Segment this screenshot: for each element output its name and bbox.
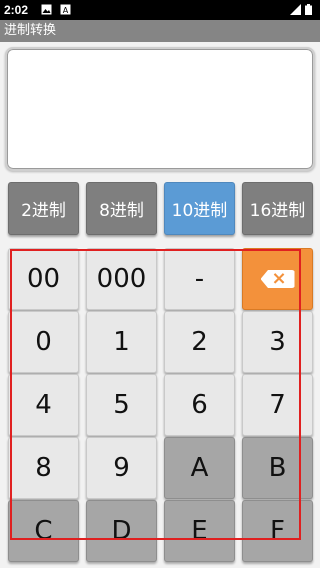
key-label: 1 xyxy=(113,327,130,357)
key--[interactable]: - xyxy=(164,248,235,310)
base-button-10进制[interactable]: 10进制 xyxy=(164,182,235,235)
key-label: 4 xyxy=(35,390,52,420)
key-label: - xyxy=(194,264,205,294)
svg-text:A: A xyxy=(63,6,69,15)
key-A[interactable]: A xyxy=(164,437,235,499)
key-00[interactable]: 00 xyxy=(8,248,79,310)
key-label: 8 xyxy=(35,453,52,483)
base-button-label: 8进制 xyxy=(99,201,144,221)
image-icon xyxy=(41,4,52,15)
base-button-label: 2进制 xyxy=(21,201,66,221)
backspace-icon: × xyxy=(260,270,295,288)
base-button-label: 16进制 xyxy=(249,201,306,221)
key-label: 9 xyxy=(113,453,130,483)
key-label: B xyxy=(268,453,287,483)
key-3[interactable]: 3 xyxy=(242,311,313,373)
key-8[interactable]: 8 xyxy=(8,437,79,499)
key-label: 000 xyxy=(96,264,147,294)
battery-icon xyxy=(305,4,312,15)
key-label: 7 xyxy=(269,390,286,420)
key-label: 5 xyxy=(113,390,130,420)
backspace-button[interactable]: × xyxy=(242,248,313,310)
key-2[interactable]: 2 xyxy=(164,311,235,373)
result-display[interactable] xyxy=(5,47,315,171)
base-button-8进制[interactable]: 8进制 xyxy=(86,182,157,235)
key-label: E xyxy=(191,516,208,546)
result-text-area[interactable] xyxy=(7,49,313,169)
key-label: 00 xyxy=(26,264,61,294)
status-time: 2:02 xyxy=(4,3,29,17)
key-F[interactable]: F xyxy=(242,500,313,562)
key-0[interactable]: 0 xyxy=(8,311,79,373)
status-bar: 2:02 A xyxy=(0,0,320,20)
key-label: 2 xyxy=(191,327,208,357)
text-a-icon: A xyxy=(60,4,71,15)
key-E[interactable]: E xyxy=(164,500,235,562)
app-title-bar: 进制转换 xyxy=(0,20,320,42)
base-button-label: 10进制 xyxy=(171,201,228,221)
key-label: D xyxy=(111,516,132,546)
key-9[interactable]: 9 xyxy=(86,437,157,499)
key-7[interactable]: 7 xyxy=(242,374,313,436)
key-C[interactable]: C xyxy=(8,500,79,562)
key-1[interactable]: 1 xyxy=(86,311,157,373)
base-button-16进制[interactable]: 16进制 xyxy=(242,182,313,235)
key-5[interactable]: 5 xyxy=(86,374,157,436)
key-label: 0 xyxy=(35,327,52,357)
app-title: 进制转换 xyxy=(4,23,57,38)
key-label: C xyxy=(34,516,53,546)
key-000[interactable]: 000 xyxy=(86,248,157,310)
base-button-2进制[interactable]: 2进制 xyxy=(8,182,79,235)
key-6[interactable]: 6 xyxy=(164,374,235,436)
key-4[interactable]: 4 xyxy=(8,374,79,436)
key-label: A xyxy=(190,453,209,483)
key-label: 3 xyxy=(269,327,286,357)
key-label: F xyxy=(270,516,285,546)
key-B[interactable]: B xyxy=(242,437,313,499)
signal-icon xyxy=(290,4,301,15)
key-label: 6 xyxy=(191,390,208,420)
key-D[interactable]: D xyxy=(86,500,157,562)
